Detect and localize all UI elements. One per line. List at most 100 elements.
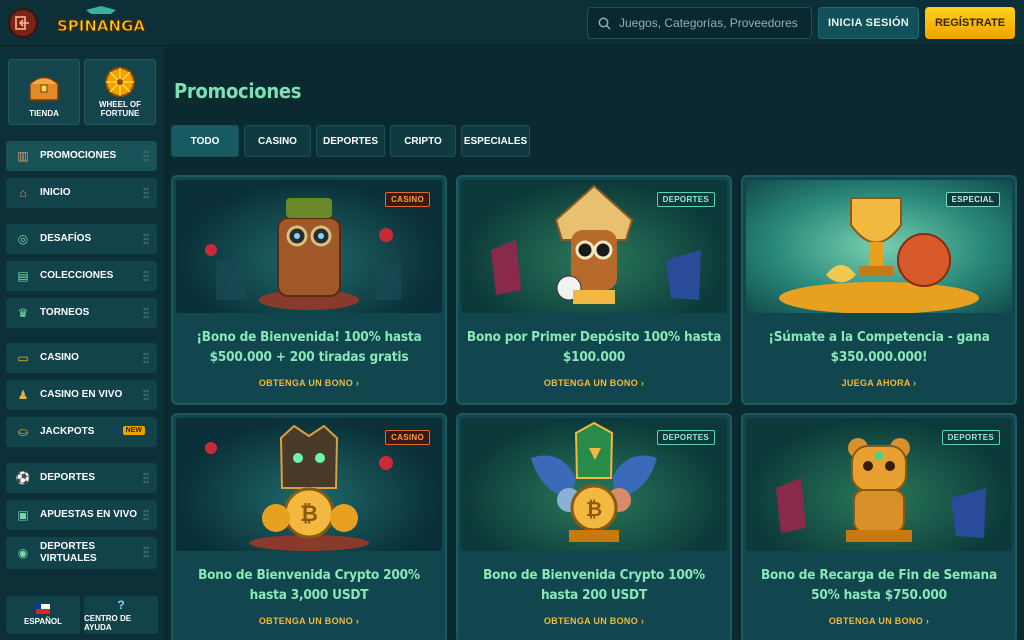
sidebar-item-deportes[interactable]: ⚽ DEPORTES [6,463,157,493]
promo-card[interactable]: DEPORTES Bono de Recarga de Fin de Seman… [741,413,1017,640]
drag-handle-icon [143,307,149,319]
promo-card[interactable]: CASINO ¡Bono de Bienvenida! 100% hasta $… [171,175,447,405]
search-icon [598,17,611,30]
chest-icon [29,76,59,101]
promo-image-eagle-crypto: ₿ DEPORTES [461,418,727,551]
chevron-right-icon: › [640,378,645,388]
logo-text: SPINANGA [57,17,145,35]
promo-title: Bono por Primer Depósito 100% hasta $100… [466,329,722,365]
tab-casino[interactable]: CASINO [244,125,311,157]
sidebar-item-label: PROMOCIONES [40,150,117,161]
sidebar-item-torneos[interactable]: ♛ TORNEOS [6,298,157,328]
menu-toggle-button[interactable] [8,8,38,38]
sidebar-item-deportes-virtuales[interactable]: ◉ DEPORTES VIRTUALES [6,537,157,569]
drag-handle-icon [143,472,149,484]
drag-handle-icon [143,509,149,521]
sidebar-tile-wheel-of-fortune[interactable]: WHEEL OF FORTUNE [84,59,156,125]
help-label: CENTRO DE AYUDA [84,613,132,632]
sidebar-tile-shop[interactable]: TIENDA [8,59,80,125]
cta-label: JUEGA AHORA [841,378,911,388]
sidebar-item-desafios[interactable]: ◎ DESAFÍOS [6,224,157,254]
promo-image-golden-bear: DEPORTES [746,418,1012,551]
sidebar-item-label: DEPORTES [40,472,96,483]
tab-deportes[interactable]: DEPORTES [316,125,385,157]
chevron-right-icon: › [640,616,645,626]
sidebar-item-casino-en-vivo[interactable]: ♟ CASINO EN VIVO [6,380,157,410]
chevron-right-icon: › [913,378,917,388]
promo-image-aztec-owl: DEPORTES [461,180,727,313]
soccer-icon: ⚽ [15,471,31,485]
sidebar-item-label: DESAFÍOS [40,233,92,244]
login-button[interactable]: INICIA SESIÓN [818,7,919,39]
sidebar-item-label: INICIO [40,187,71,198]
promo-image-trophy: ESPECIAL [746,180,1012,313]
sidebar-item-label: JACKPOTS [40,426,95,437]
chevron-right-icon: › [355,616,360,626]
sidebar-item-label: CASINO EN VIVO [40,389,123,400]
promo-title: Bono de Bienvenida Crypto 100% hasta 200… [483,567,705,603]
casino-icon: ▭ [17,351,29,365]
coins-icon: ⛀ [17,425,29,439]
register-button[interactable]: REGÍSTRATE [925,7,1015,39]
promo-cta-link[interactable]: OBTENGA UN BONO › [173,616,445,626]
cta-label: OBTENGA UN BONO [543,378,639,388]
top-bar: SPINANGA Juegos, Categorías, Proveedores… [0,0,1024,46]
promo-card[interactable]: ₿ CASINO Bono de Bienvenida Crypto 200% … [171,413,447,640]
promo-cta-link[interactable]: OBTENGA UN BONO › [743,616,1015,626]
cta-label: OBTENGA UN BONO [258,378,354,388]
tile-label: WHEEL OF FORTUNE [98,100,142,118]
drag-handle-icon [143,546,149,558]
category-tag: ESPECIAL [945,192,1000,207]
cta-label: OBTENGA UN BONO [828,616,924,626]
tab-especiales[interactable]: ESPECIALES [461,125,530,157]
category-tag: CASINO [385,192,430,207]
svg-text:₿: ₿ [300,502,318,527]
promo-title: ¡Súmate a la Competencia - gana $350.000… [768,329,990,365]
promo-card[interactable]: DEPORTES Bono por Primer Depósito 100% h… [456,175,732,405]
drag-handle-icon [143,389,149,401]
promo-cta-link[interactable]: OBTENGA UN BONO › [458,616,730,626]
category-tag: DEPORTES [656,430,715,445]
sidebar-item-casino[interactable]: ▭ CASINO [6,343,157,373]
live-icon: ▣ [17,508,29,522]
promo-cta-link[interactable]: JUEGA AHORA › [743,378,1015,388]
tab-cripto[interactable]: CRIPTO [390,125,456,157]
promo-card[interactable]: ESPECIAL ¡Súmate a la Competencia - gana… [741,175,1017,405]
drag-handle-icon [143,187,149,199]
promo-cta-link[interactable]: OBTENGA UN BONO › [458,378,730,388]
drag-handle-icon [143,150,149,162]
gift-icon: ▥ [17,149,29,163]
target-icon: ◎ [17,232,29,246]
help-center-button[interactable]: ? CENTRO DE AYUDA [84,596,158,634]
category-tag: DEPORTES [941,430,1000,445]
drag-handle-icon [143,352,149,364]
home-icon: ⌂ [19,186,27,200]
sidebar-item-jackpots[interactable]: ⛀ JACKPOTS NEW [6,417,157,447]
promo-cta-link[interactable]: OBTENGA UN BONO › [173,378,445,388]
cta-label: OBTENGA UN BONO [543,616,639,626]
promo-title: Bono de Recarga de Fin de Semana 50% has… [760,567,997,603]
sidebar-item-inicio[interactable]: ⌂ INICIO [6,178,157,208]
tile-label: TIENDA [29,109,59,118]
spinanga-logo[interactable]: SPINANGA [56,6,146,40]
trophy-icon: ♛ [17,306,29,320]
promo-image-panther-bitcoin: ₿ CASINO [176,418,442,551]
search-input[interactable]: Juegos, Categorías, Proveedores [587,7,812,39]
tab-todo[interactable]: TODO [171,125,239,157]
wheel-icon [105,67,135,97]
sidebar-item-promociones[interactable]: ▥ PROMOCIONES [6,141,157,171]
sidebar-item-label: TORNEOS [40,307,90,318]
sidebar-item-label: APUESTAS EN VIVO [40,509,138,520]
cta-label: OBTENGA UN BONO [258,616,354,626]
sidebar-item-label: CASINO [40,352,79,363]
promo-card[interactable]: ₿ DEPORTES Bono de Bienvenida Crypto 100… [456,413,732,640]
drag-handle-icon [143,233,149,245]
language-selector[interactable]: ESPAÑOL [6,596,80,634]
sidebar-item-colecciones[interactable]: ▤ COLECCIONES [6,261,157,291]
sidebar-item-label: COLECCIONES [40,270,114,281]
language-label: ESPAÑOL [23,617,63,626]
exit-arrow-icon [15,16,29,30]
sidebar-item-apuestas-en-vivo[interactable]: ▣ APUESTAS EN VIVO [6,500,157,530]
search-placeholder: Juegos, Categorías, Proveedores [619,16,798,30]
promo-image-monkey-idol: CASINO [176,180,442,313]
